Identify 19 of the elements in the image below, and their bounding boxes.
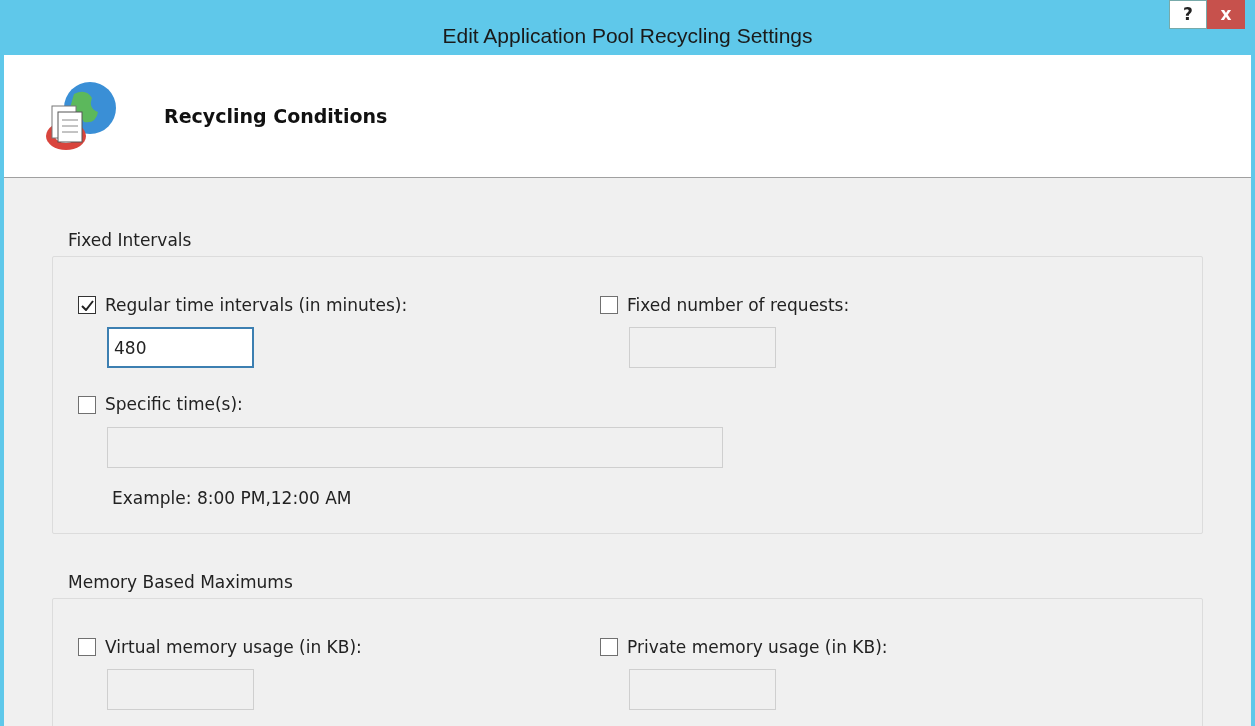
window-title: Edit Application Pool Recycling Settings bbox=[441, 23, 814, 49]
checkmark-icon bbox=[80, 299, 94, 311]
checkbox[interactable] bbox=[600, 296, 618, 315]
checkbox[interactable] bbox=[78, 296, 96, 315]
example-text: Example: 8:00 PM,12:00 AM bbox=[112, 486, 353, 510]
help-button[interactable]: ? bbox=[1169, 0, 1207, 29]
checkbox-label: Specific time(s): bbox=[105, 393, 243, 416]
group-title: Fixed Intervals bbox=[68, 229, 193, 252]
checkbox[interactable] bbox=[600, 638, 618, 657]
checkbox[interactable] bbox=[78, 395, 96, 414]
checkbox-label: Virtual memory usage (in KB): bbox=[105, 635, 362, 659]
checkbox-label: Fixed number of requests: bbox=[627, 293, 850, 317]
checkbox[interactable] bbox=[78, 638, 96, 657]
input-field[interactable]: 480 bbox=[107, 327, 254, 368]
group-title: Memory Based Maximums bbox=[68, 571, 294, 594]
section-title: Recycling Conditions bbox=[164, 103, 388, 129]
close-button[interactable]: x bbox=[1207, 0, 1245, 29]
checkbox-label: Regular time intervals (in minutes): bbox=[105, 293, 408, 317]
checkbox-label: Private memory usage (in KB): bbox=[627, 635, 888, 659]
